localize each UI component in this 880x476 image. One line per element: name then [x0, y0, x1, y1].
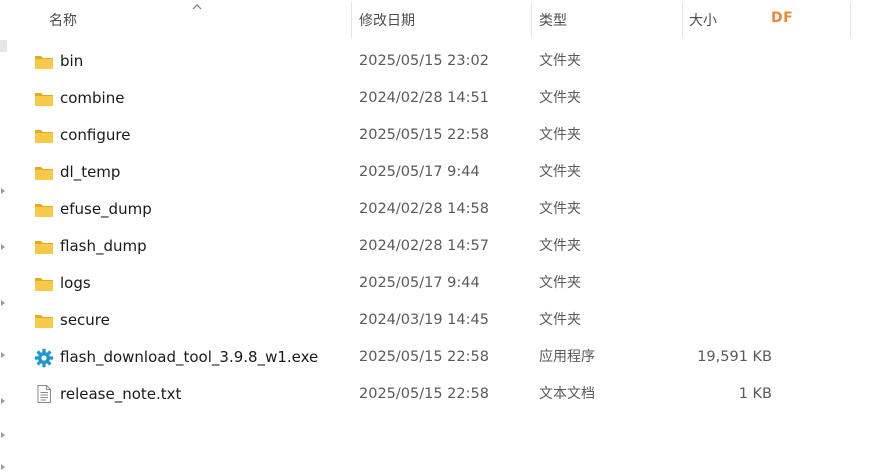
file-row[interactable]: efuse_dump 2024/02/28 14:58 文件夹 — [0, 191, 880, 228]
file-row[interactable]: logs 2025/05/17 9:44 文件夹 — [0, 265, 880, 302]
df-watermark-badge: DF — [771, 10, 794, 26]
file-size: 19,591 KB — [697, 349, 772, 365]
file-name: combine — [60, 89, 125, 107]
file-type: 文本文档 — [539, 386, 595, 402]
column-divider[interactable] — [351, 2, 352, 38]
file-type: 文件夹 — [539, 53, 581, 69]
file-type: 文件夹 — [539, 312, 581, 328]
file-date: 2025/05/15 22:58 — [359, 386, 489, 402]
file-type: 文件夹 — [539, 90, 581, 106]
file-size: 1 KB — [738, 386, 772, 402]
column-divider[interactable] — [531, 2, 532, 38]
folder-icon — [35, 278, 53, 291]
file-row[interactable]: release_note.txt 2025/05/15 22:58 文本文档 1… — [0, 376, 880, 413]
file-row[interactable]: dl_temp 2025/05/17 9:44 文件夹 — [0, 154, 880, 191]
folder-icon — [35, 93, 53, 106]
column-header-size[interactable]: 大小 — [689, 0, 717, 40]
folder-icon — [35, 130, 53, 143]
sort-ascending-icon — [192, 4, 202, 10]
file-date: 2025/05/15 22:58 — [359, 349, 489, 365]
file-type: 文件夹 — [539, 164, 581, 180]
folder-icon — [35, 241, 53, 254]
file-name: flash_dump — [60, 237, 147, 255]
file-row[interactable]: bin 2025/05/15 23:02 文件夹 — [0, 43, 880, 80]
column-divider[interactable] — [682, 2, 683, 38]
file-list: bin 2025/05/15 23:02 文件夹 combine 2024/02… — [0, 43, 880, 413]
file-type: 文件夹 — [539, 127, 581, 143]
file-type: 文件夹 — [539, 238, 581, 254]
file-name: efuse_dump — [60, 200, 152, 218]
file-row[interactable]: flash_dump 2024/02/28 14:57 文件夹 — [0, 228, 880, 265]
column-header-bar: 名称 修改日期 类型 大小 DF — [0, 0, 880, 40]
file-type: 应用程序 — [539, 349, 595, 365]
file-date: 2025/05/17 9:44 — [359, 164, 480, 180]
file-name: bin — [60, 52, 84, 70]
folder-icon — [35, 56, 53, 69]
column-divider[interactable] — [850, 2, 851, 38]
file-date: 2025/05/15 23:02 — [359, 53, 489, 69]
file-date: 2024/02/28 14:51 — [359, 90, 489, 106]
file-type: 文件夹 — [539, 275, 581, 291]
file-name: dl_temp — [60, 163, 121, 181]
file-explorer-list-view: 名称 修改日期 类型 大小 DF bin 2025/05/15 23:02 文件… — [0, 0, 880, 476]
folder-icon — [35, 315, 53, 328]
column-header-type[interactable]: 类型 — [539, 0, 567, 40]
file-row[interactable]: combine 2024/02/28 14:51 文件夹 — [0, 80, 880, 117]
file-row[interactable]: secure 2024/03/19 14:45 文件夹 — [0, 302, 880, 339]
file-name: configure — [60, 126, 131, 144]
folder-icon — [35, 204, 53, 217]
column-header-date[interactable]: 修改日期 — [359, 0, 415, 40]
gear-icon — [34, 348, 54, 368]
file-name: release_note.txt — [60, 385, 182, 403]
file-date: 2025/05/15 22:58 — [359, 127, 489, 143]
expand-arrow-icon[interactable] — [1, 464, 5, 470]
file-row[interactable]: configure 2025/05/15 22:58 文件夹 — [0, 117, 880, 154]
folder-icon — [35, 167, 53, 180]
file-row[interactable]: flash_download_tool_3.9.8_w1.exe 2025/05… — [0, 339, 880, 376]
file-date: 2025/05/17 9:44 — [359, 275, 480, 291]
file-date: 2024/02/28 14:57 — [359, 238, 489, 254]
file-date: 2024/03/19 14:45 — [359, 312, 489, 328]
file-date: 2024/02/28 14:58 — [359, 201, 489, 217]
file-name: flash_download_tool_3.9.8_w1.exe — [60, 348, 319, 366]
column-header-name[interactable]: 名称 — [49, 0, 77, 40]
file-type: 文件夹 — [539, 201, 581, 217]
file-name: logs — [60, 274, 91, 292]
expand-arrow-icon[interactable] — [1, 432, 5, 438]
file-name: secure — [60, 311, 110, 329]
text-file-icon — [37, 385, 51, 403]
